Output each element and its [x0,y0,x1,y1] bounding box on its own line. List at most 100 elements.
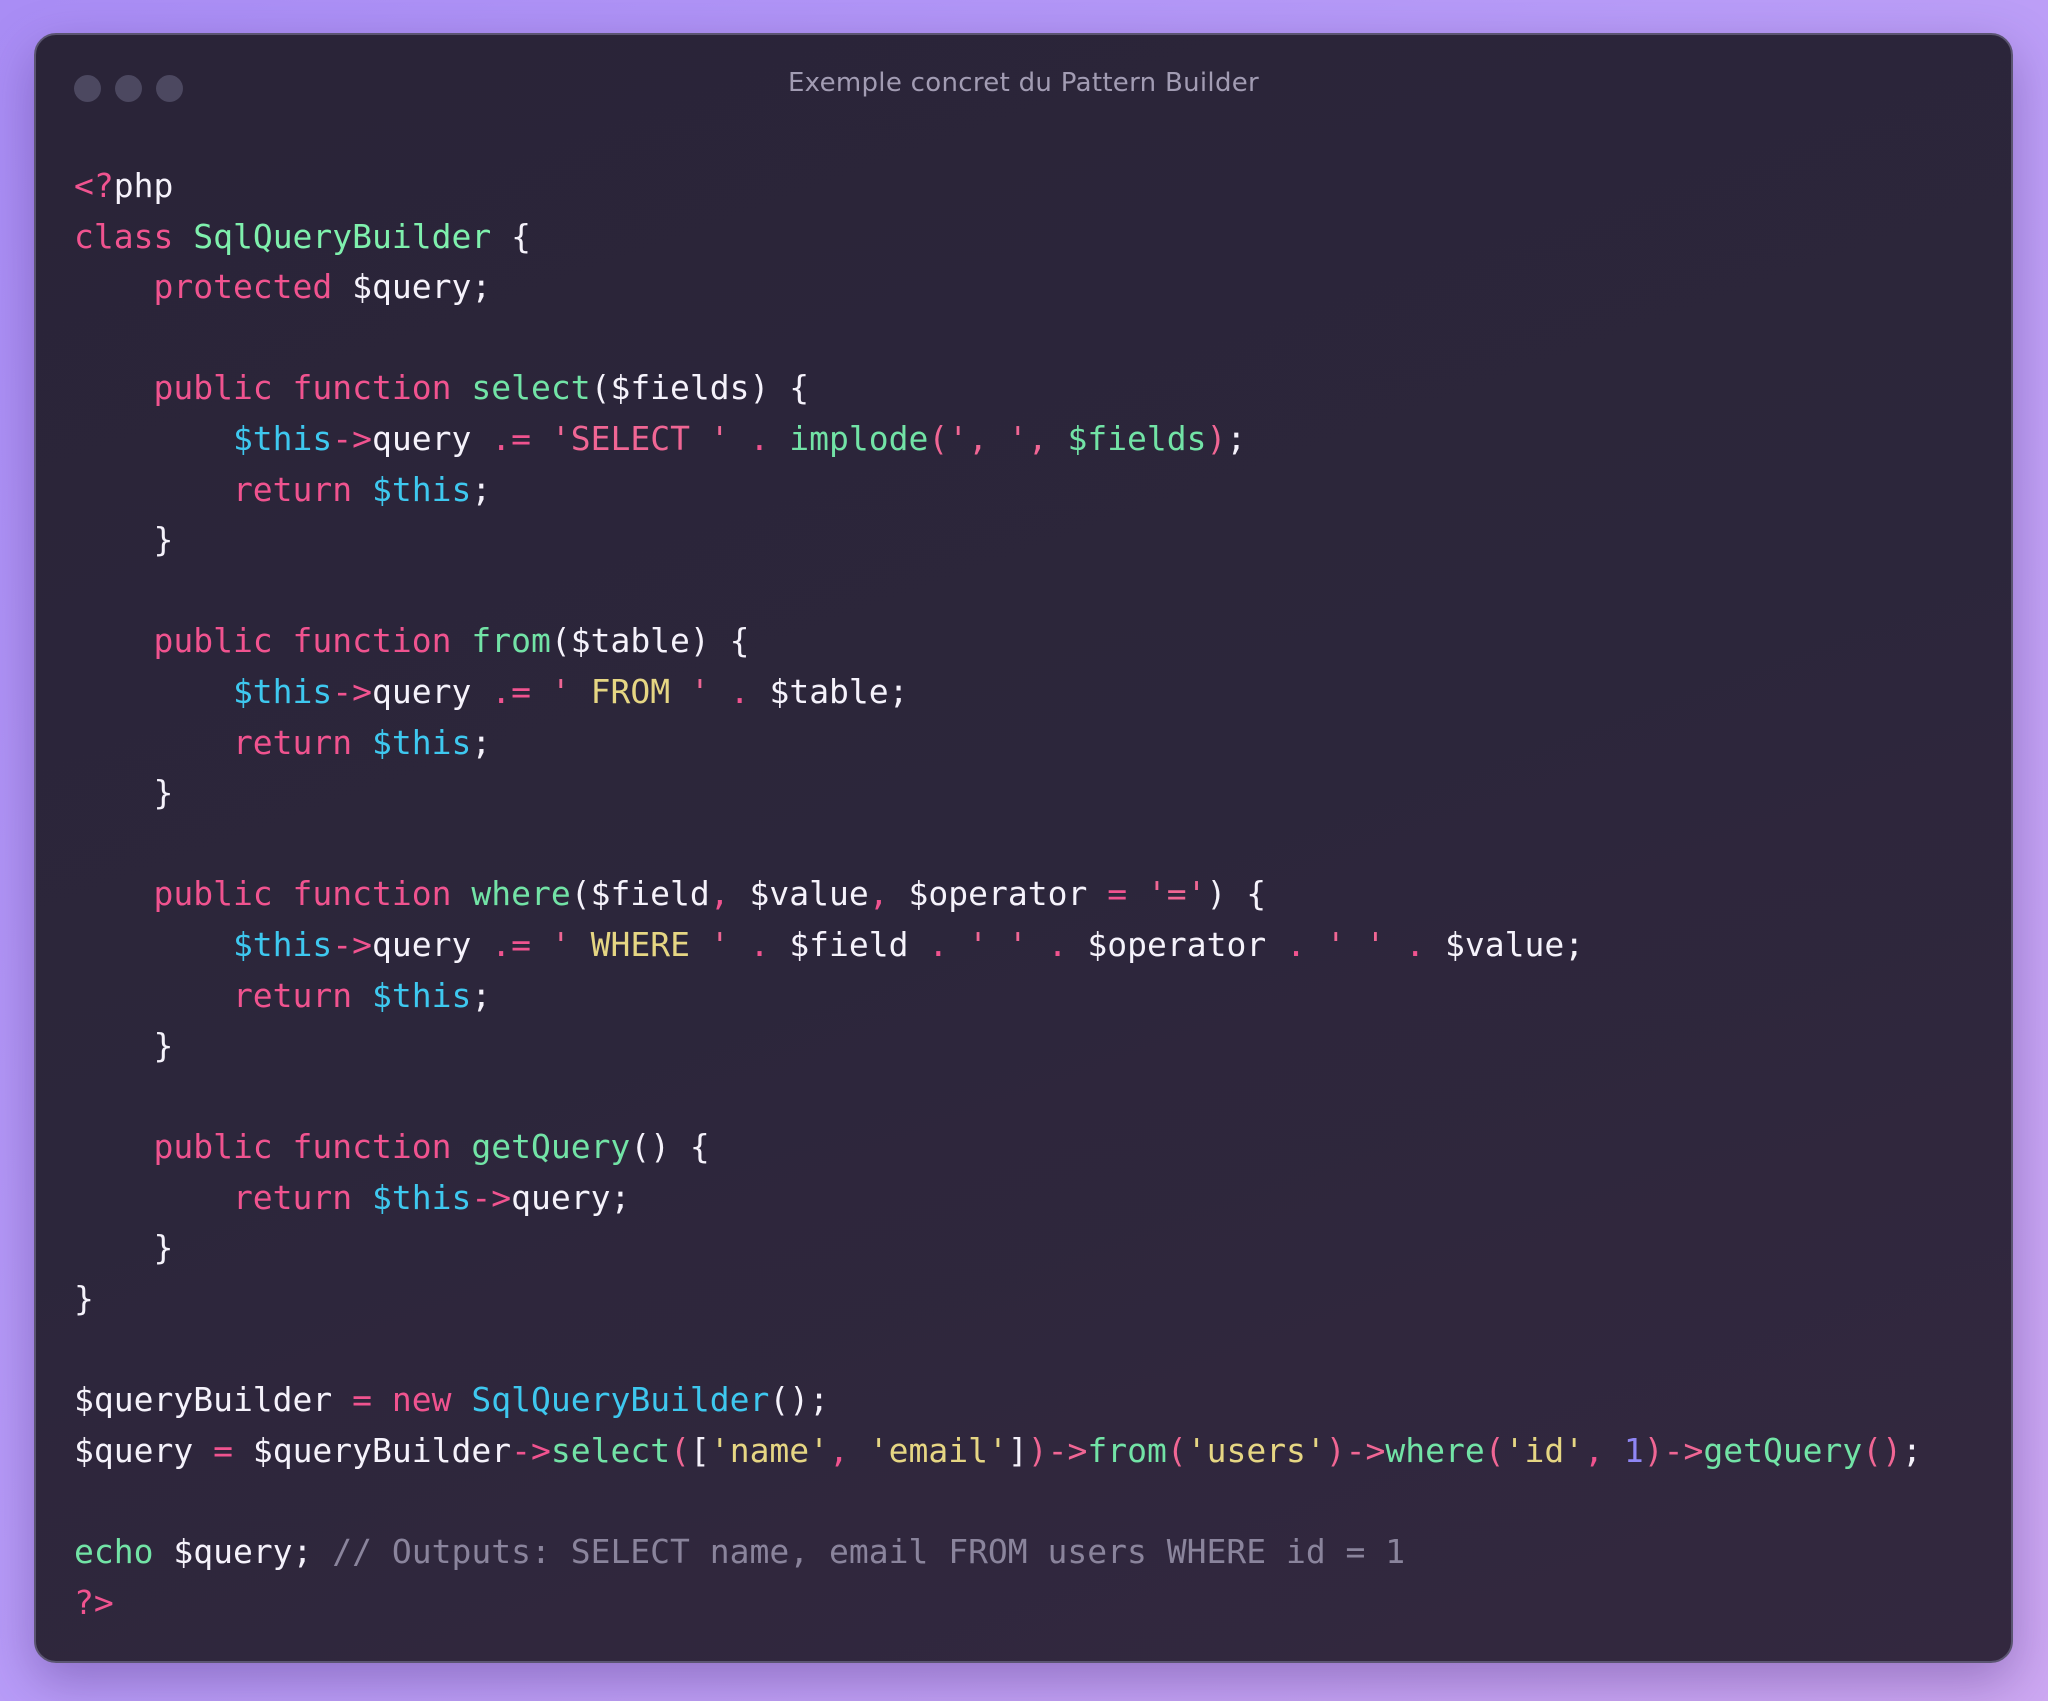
code-token: return [74,1177,373,1217]
code-token: query [372,924,492,964]
code-token: ( [1166,1430,1187,1470]
code-token: getQuery [471,1127,631,1167]
code-token: select [550,1430,671,1470]
code-line: protected $query; [74,262,1922,313]
code-line: $this->query .= ' FROM ' . $table; [74,667,1922,718]
code-line: class SqlQueryBuilder { [74,212,1922,263]
code-token: $queryBuilder [252,1430,512,1470]
code-token: getQuery [1703,1430,1863,1470]
code-token: } [74,1228,174,1268]
code-line: $queryBuilder = new SqlQueryBuilder(); [74,1375,1922,1426]
code-token: . [729,671,770,711]
code-token: 'name' [709,1430,830,1470]
code-line: <?php [74,161,1922,212]
code-token: return [74,722,373,762]
code-token: ( [1484,1430,1505,1470]
code-token: SqlQueryBuilder [471,1380,770,1420]
code-token: ) { [1206,874,1267,914]
code-token: class [74,216,194,256]
code-token: } [74,1279,94,1319]
code-token: ($fields) { [590,368,810,408]
code-line: return $this; [74,971,1922,1022]
code-token: () [1862,1430,1903,1470]
code-token: implode [789,418,929,458]
code-token: } [74,1026,174,1066]
code-token: ' [550,924,591,964]
code-token: ] [1007,1430,1028,1470]
code-line: public function getQuery() { [74,1122,1922,1173]
code-line: return $this->query; [74,1173,1922,1224]
code-line: } [74,1223,1922,1274]
code-line: $this->query .= ' WHERE ' . $field . ' '… [74,920,1922,971]
code-token: // Outputs: SELECT name, email FROM user… [332,1532,1406,1572]
code-token: { [491,216,531,256]
code-line: return $this; [74,718,1922,769]
code-token: $value; [1445,924,1585,964]
window-titlebar: Exemple concret du Pattern Builder [36,35,2011,141]
code-token: 'email' [868,1430,1008,1470]
code-line: public function from($table) { [74,616,1922,667]
code-token: ; [471,469,492,509]
code-token: )-> [1027,1430,1088,1470]
window-title: Exemple concret du Pattern Builder [787,68,1260,98]
code-line: ?> [74,1578,1922,1629]
code-token: $field [789,924,929,964]
code-token: ; [1902,1430,1922,1470]
code-token: (); [769,1380,830,1420]
code-token: 'SELECT ' [550,418,750,458]
code-token: ; [471,722,492,762]
code-token: $query [74,1430,214,1470]
code-token: ($field [570,874,710,914]
code-token: 'users' [1186,1430,1326,1470]
code-token: , [1584,1430,1624,1470]
code-token: -> [332,671,373,711]
code-token: = [352,1380,392,1420]
code-token: WHERE [590,924,690,964]
code-token: , [829,1430,869,1470]
code-token: $operator [1087,924,1287,964]
code-line: } [74,1274,1922,1325]
code-token: [ [689,1430,710,1470]
code-token: ' [550,671,591,711]
code-token: 1 [1623,1430,1644,1470]
code-token: ' ' [968,924,1048,964]
code-token: $operator [908,874,1108,914]
code-token: ; [471,975,492,1015]
code-token: ' [689,924,750,964]
code-token: , [709,874,750,914]
code-token: $this [74,671,333,711]
code-token: new [391,1380,472,1420]
code-token: $value [749,874,869,914]
code-line: public function select($fields) { [74,363,1922,414]
code-token: = [213,1430,253,1470]
code-token: $query; [352,267,492,307]
code-token: ' ' [1325,924,1406,964]
code-token: 'id' [1504,1430,1585,1470]
code-token: query [372,671,492,711]
code-token: -> [332,924,373,964]
code-token: public function [74,1127,472,1167]
code-token: $this [372,975,472,1015]
code-token: from [471,621,551,661]
code-token: )-> [1643,1430,1704,1470]
code-line: $query = $queryBuilder->select(['name', … [74,1426,1922,1477]
code-token: protected [74,267,353,307]
code-token: } [74,773,174,813]
code-token: query [372,418,492,458]
code-block: <?php class SqlQueryBuilder { protected $… [74,161,1922,1628]
code-token: public function [74,621,472,661]
code-token: echo [74,1532,174,1572]
code-token: = [1107,874,1147,914]
code-token: return [74,975,373,1015]
code-token: $queryBuilder [74,1380,353,1420]
code-token: $table; [769,671,909,711]
code-token: php [113,166,174,205]
code-token: .= [491,418,551,458]
code-token: . [1047,924,1088,964]
